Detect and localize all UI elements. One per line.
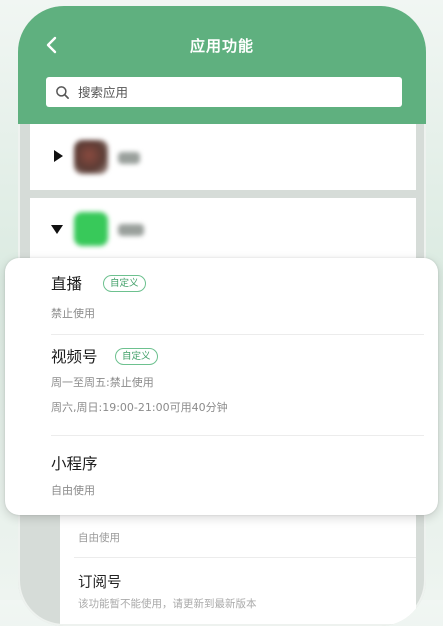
app-list-item[interactable] (30, 124, 416, 190)
app-icon (74, 140, 108, 174)
feature-schedule-weekend: 周六,周日:19:00-21:00可用40分钟 (51, 401, 228, 414)
feature-item-mini-programs[interactable]: 小程序 自由使用 (51, 452, 418, 512)
feature-list-continued: 自由使用 订阅号 该功能暂不能使用，请更新到最新版本 (60, 514, 416, 624)
feature-title: 小程序 (51, 455, 98, 473)
expand-arrow-icon[interactable] (54, 150, 63, 162)
feature-item-channels[interactable]: 视频号 自定义 周一至周五:禁止使用 周六,周日:19:00-21:00可用40… (51, 345, 418, 435)
feature-title[interactable]: 订阅号 (78, 571, 122, 592)
divider (51, 435, 424, 436)
feature-schedule-weekday: 周一至周五:禁止使用 (51, 376, 154, 389)
wechat-icon (74, 212, 108, 246)
search-input[interactable] (76, 83, 380, 101)
divider (74, 557, 416, 558)
search-bar[interactable] (46, 77, 402, 107)
feature-status: 该功能暂不能使用，请更新到最新版本 (78, 598, 257, 610)
custom-badge: 自定义 (115, 348, 158, 365)
app-name-blurred (118, 152, 140, 164)
feature-title: 直播 (51, 275, 83, 293)
custom-badge: 自定义 (103, 275, 146, 292)
app-name-blurred (118, 224, 144, 236)
app-header: 应用功能 (18, 6, 426, 124)
search-icon (56, 85, 69, 99)
feature-status: 自由使用 (78, 532, 120, 544)
page-title: 应用功能 (189, 37, 254, 55)
divider (51, 334, 424, 335)
feature-status: 自由使用 (51, 484, 95, 497)
feature-item-live[interactable]: 直播 自定义 禁止使用 (51, 272, 418, 332)
feature-popup-card: 直播 自定义 禁止使用 视频号 自定义 周一至周五:禁止使用 周六,周日:19:… (5, 258, 438, 515)
feature-title: 视频号 (51, 348, 98, 366)
collapse-arrow-icon[interactable] (51, 225, 63, 234)
feature-status: 禁止使用 (51, 307, 95, 320)
